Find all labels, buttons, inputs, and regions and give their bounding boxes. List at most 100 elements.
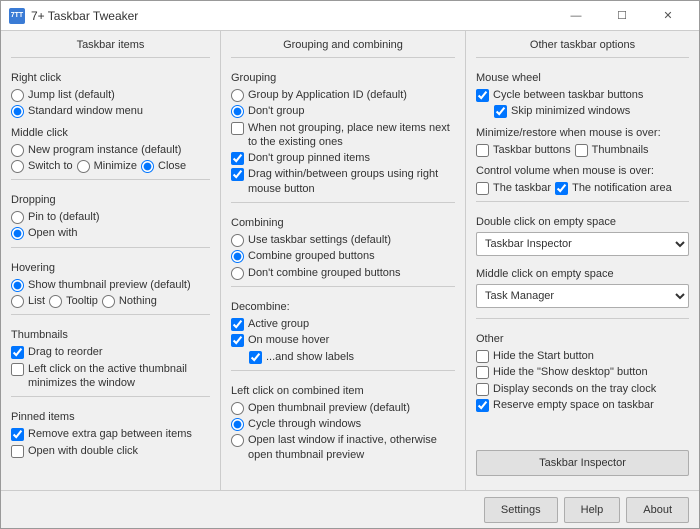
window-title: 7+ Taskbar Tweaker	[31, 9, 553, 23]
combining-option-0[interactable]: Use taskbar settings (default)	[231, 233, 455, 247]
pinned-items-group: Remove extra gap between items Open with…	[11, 427, 210, 458]
volume-notification[interactable]: The notification area	[555, 181, 672, 195]
window-controls: — ☐ ✕	[553, 1, 691, 31]
left-click-option-1[interactable]: Cycle through windows	[231, 417, 455, 431]
taskbar-inspector-button[interactable]: Taskbar Inspector	[476, 450, 689, 476]
control-volume-group: The taskbar The notification area	[476, 181, 689, 195]
hovering-tooltip[interactable]: Tooltip	[49, 294, 98, 308]
minimize-thumbnails[interactable]: Thumbnails	[575, 143, 649, 157]
volume-taskbar[interactable]: The taskbar	[476, 181, 551, 195]
dropping-option-0[interactable]: Pin to (default)	[11, 210, 210, 224]
left-click-option-2[interactable]: Open last window if inactive, otherwise …	[231, 433, 455, 462]
content-area: Taskbar items Right click Jump list (def…	[1, 31, 699, 490]
right-click-group: Jump list (default) Standard window menu	[11, 88, 210, 119]
middle-click-empty-dropdown[interactable]: Task Manager Taskbar Inspector Nothing	[476, 284, 689, 308]
middle-click-close[interactable]: Close	[141, 159, 186, 173]
sep9	[476, 318, 689, 319]
combining-option-1[interactable]: Combine grouped buttons	[231, 249, 455, 263]
decombine-label: Decombine:	[231, 301, 455, 313]
decombine-active[interactable]: Active group	[231, 317, 455, 331]
col2-header: Grouping and combining	[231, 39, 455, 58]
grouping-option-0[interactable]: Group by Application ID (default)	[231, 88, 455, 102]
hovering-group: Show thumbnail preview (default) List To…	[11, 278, 210, 309]
sep4	[11, 396, 210, 397]
other-hide-start[interactable]: Hide the Start button	[476, 349, 689, 363]
hovering-label: Hovering	[11, 262, 210, 274]
other-display-seconds[interactable]: Display seconds on the tray clock	[476, 382, 689, 396]
pinned-double-click[interactable]: Open with double click	[11, 444, 210, 458]
hovering-inline: List Tooltip Nothing	[11, 294, 210, 308]
decombine-labels[interactable]: ...and show labels	[231, 350, 455, 364]
combining-option-2[interactable]: Don't combine grouped buttons	[231, 266, 455, 280]
mouse-wheel-skip[interactable]: Skip minimized windows	[476, 104, 689, 118]
thumbnails-group: Drag to reorder Left click on the active…	[11, 345, 210, 390]
bottom-bar: Settings Help About	[1, 490, 699, 528]
hovering-list[interactable]: List	[11, 294, 45, 308]
bottom-buttons: Settings Help About	[484, 497, 689, 523]
other-label: Other	[476, 333, 689, 345]
about-button[interactable]: About	[626, 497, 689, 523]
left-click-combined-label: Left click on combined item	[231, 385, 455, 397]
mouse-wheel-cycle[interactable]: Cycle between taskbar buttons	[476, 88, 689, 102]
left-click-option-0[interactable]: Open thumbnail preview (default)	[231, 401, 455, 415]
other-hide-desktop[interactable]: Hide the "Show desktop" button	[476, 365, 689, 379]
sep5	[231, 202, 455, 203]
hovering-nothing[interactable]: Nothing	[102, 294, 157, 308]
left-click-combined-group: Open thumbnail preview (default) Cycle t…	[231, 401, 455, 462]
dropping-label: Dropping	[11, 194, 210, 206]
other-reserve-space[interactable]: Reserve empty space on taskbar	[476, 398, 689, 412]
right-click-option-1[interactable]: Standard window menu	[11, 104, 210, 118]
right-click-option-0[interactable]: Jump list (default)	[11, 88, 210, 102]
grouping-combining-column: Grouping and combining Grouping Group by…	[221, 31, 466, 490]
thumbnail-drag[interactable]: Drag to reorder	[11, 345, 210, 359]
double-click-label: Double click on empty space	[476, 216, 689, 228]
grouping-label: Grouping	[231, 72, 455, 84]
sep8	[476, 201, 689, 202]
other-group: Hide the Start button Hide the "Show des…	[476, 349, 689, 412]
middle-click-switch[interactable]: Switch to	[11, 159, 73, 173]
minimize-restore-group: Taskbar buttons Thumbnails	[476, 143, 689, 157]
close-button[interactable]: ✕	[645, 1, 691, 31]
grouping-option-1[interactable]: Don't group	[231, 104, 455, 118]
maximize-button[interactable]: ☐	[599, 1, 645, 31]
middle-click-minimize[interactable]: Minimize	[77, 159, 137, 173]
decombine-group: Active group On mouse hover ...and show …	[231, 317, 455, 364]
mouse-wheel-group: Cycle between taskbar buttons Skip minim…	[476, 88, 689, 119]
combining-label: Combining	[231, 217, 455, 229]
sep2	[11, 247, 210, 248]
grouping-group: Group by Application ID (default) Don't …	[231, 88, 455, 119]
mouse-wheel-label: Mouse wheel	[476, 72, 689, 84]
middle-click-group: New program instance (default) Switch to…	[11, 143, 210, 174]
dropping-option-1[interactable]: Open with	[11, 226, 210, 240]
middle-click-empty-label: Middle click on empty space	[476, 268, 689, 280]
sep1	[11, 179, 210, 180]
sep3	[11, 314, 210, 315]
decombine-hover[interactable]: On mouse hover	[231, 333, 455, 347]
pinned-items-label: Pinned items	[11, 411, 210, 423]
grouping-new-items[interactable]: When not grouping, place new items next …	[231, 121, 455, 150]
double-click-dropdown[interactable]: Taskbar Inspector Task Manager Nothing	[476, 232, 689, 256]
minimize-button[interactable]: —	[553, 1, 599, 31]
middle-click-option-0[interactable]: New program instance (default)	[11, 143, 210, 157]
other-options-column: Other taskbar options Mouse wheel Cycle …	[466, 31, 699, 490]
col3-header: Other taskbar options	[476, 39, 689, 58]
col1-header: Taskbar items	[11, 39, 210, 58]
control-volume-label: Control volume when mouse is over:	[476, 165, 689, 177]
app-icon: 7TT	[9, 8, 25, 24]
pinned-extra-gap[interactable]: Remove extra gap between items	[11, 427, 210, 441]
titlebar: 7TT 7+ Taskbar Tweaker — ☐ ✕	[1, 1, 699, 31]
thumbnail-left-click[interactable]: Left click on the active thumbnail minim…	[11, 362, 210, 391]
help-button[interactable]: Help	[564, 497, 621, 523]
sep6	[231, 286, 455, 287]
combining-group: Use taskbar settings (default) Combine g…	[231, 233, 455, 280]
main-window: 7TT 7+ Taskbar Tweaker — ☐ ✕ Taskbar ite…	[0, 0, 700, 529]
taskbar-items-column: Taskbar items Right click Jump list (def…	[1, 31, 221, 490]
minimize-taskbar-buttons[interactable]: Taskbar buttons	[476, 143, 571, 157]
grouping-drag[interactable]: Drag within/between groups using right m…	[231, 167, 455, 196]
middle-click-label: Middle click	[11, 127, 210, 139]
grouping-pinned[interactable]: Don't group pinned items	[231, 151, 455, 165]
hovering-option-0[interactable]: Show thumbnail preview (default)	[11, 278, 210, 292]
middle-click-inline: Switch to Minimize Close	[11, 159, 210, 173]
settings-button[interactable]: Settings	[484, 497, 558, 523]
sep7	[231, 370, 455, 371]
